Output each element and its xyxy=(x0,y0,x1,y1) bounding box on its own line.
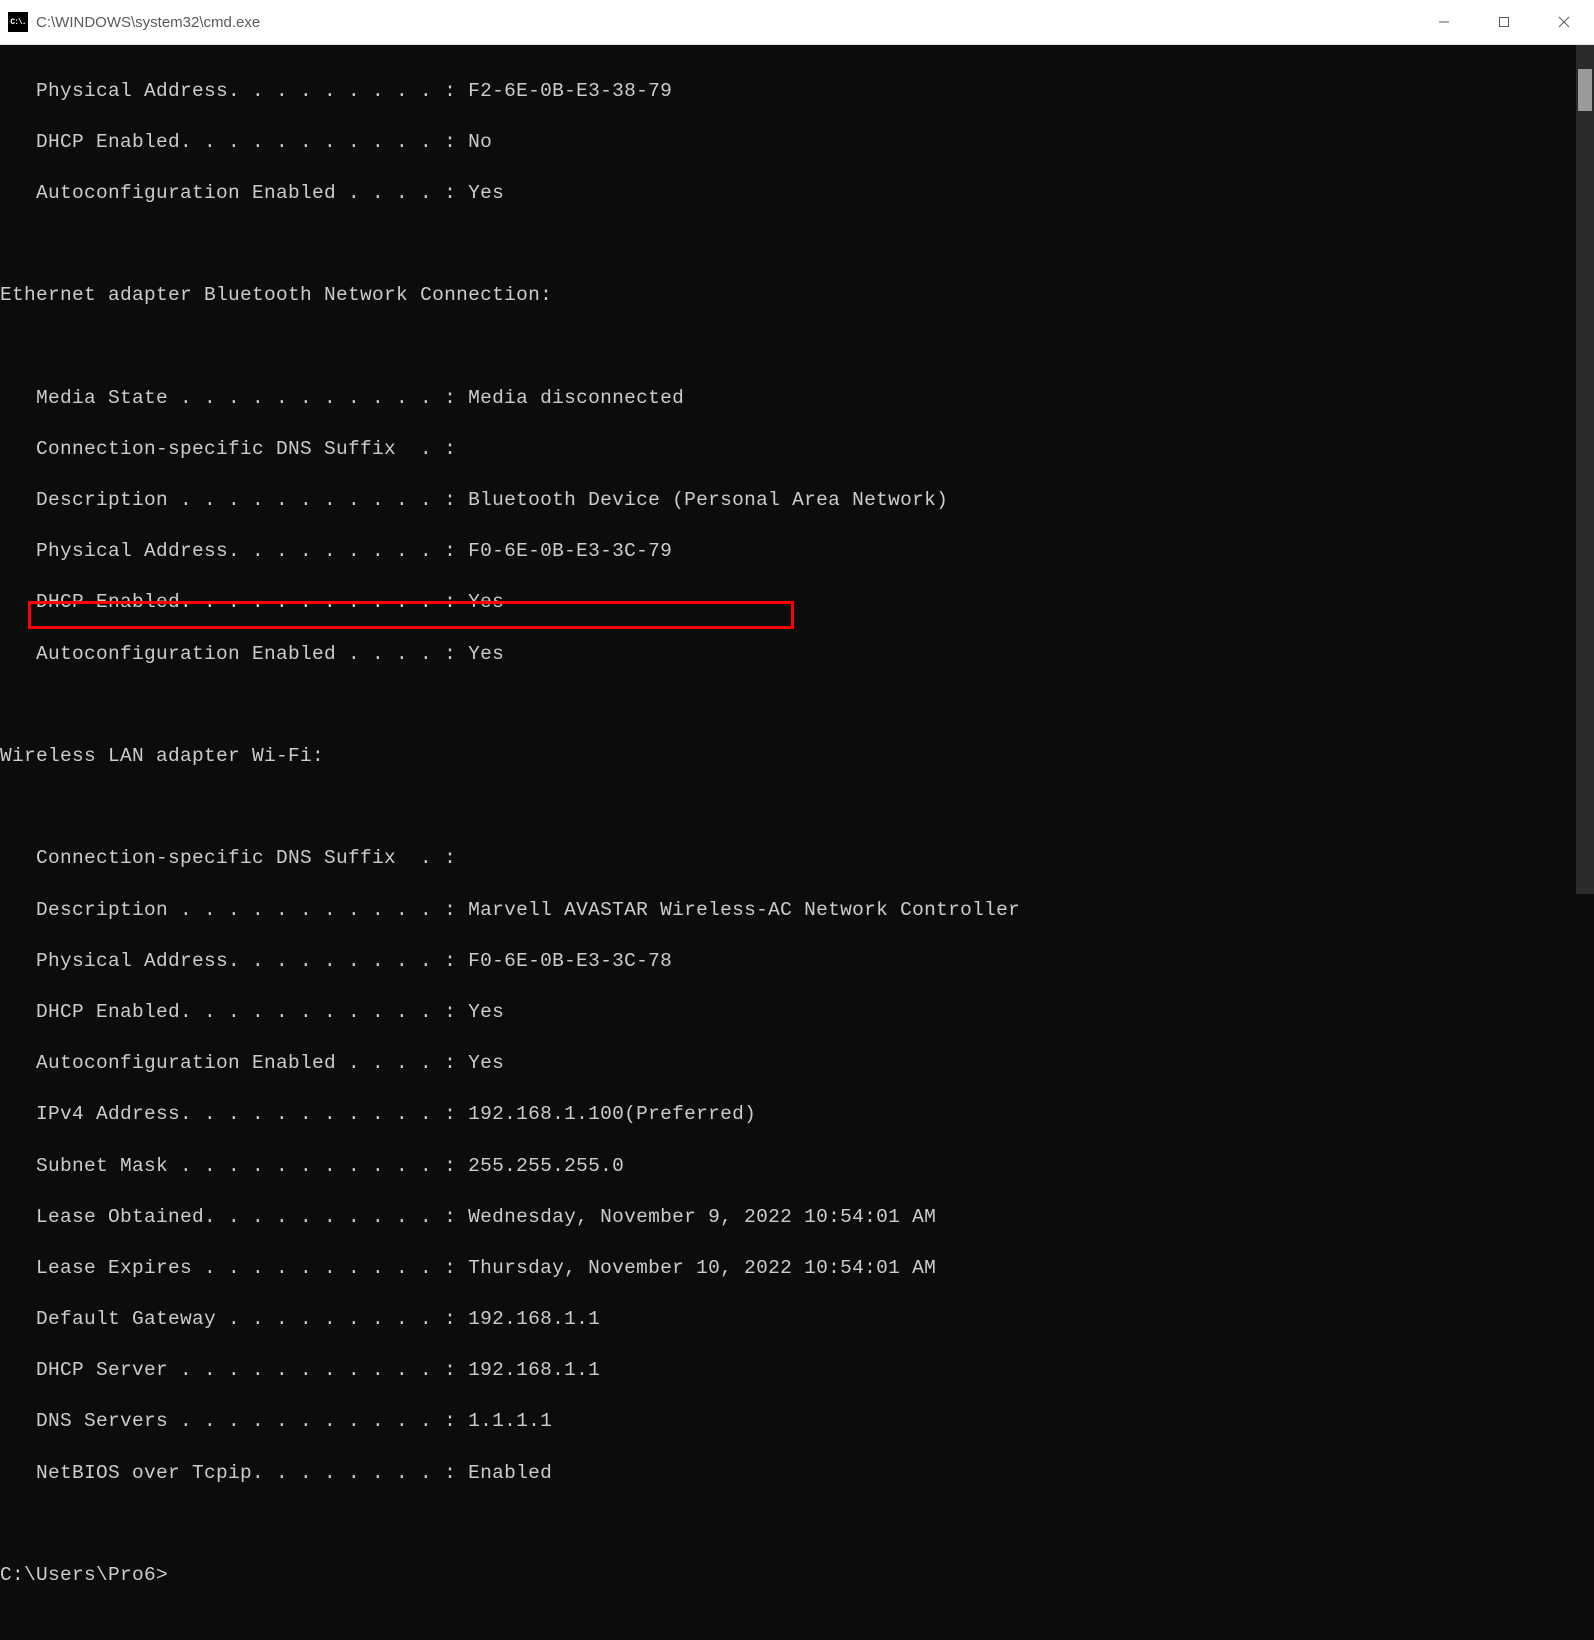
output-line: DHCP Server . . . . . . . . . . . : 192.… xyxy=(0,1358,1576,1384)
output-line: Autoconfiguration Enabled . . . . : Yes xyxy=(0,181,1576,207)
output-line: Media State . . . . . . . . . . . : Medi… xyxy=(0,386,1576,412)
output-line: Physical Address. . . . . . . . . : F0-6… xyxy=(0,539,1576,565)
output-line: Description . . . . . . . . . . . : Marv… xyxy=(0,898,1576,924)
output-line: DNS Servers . . . . . . . . . . . : 1.1.… xyxy=(0,1409,1576,1435)
command-prompt[interactable]: C:\Users\Pro6> xyxy=(0,1563,1576,1589)
output-line: Physical Address. . . . . . . . . : F2-6… xyxy=(0,79,1576,105)
close-button[interactable] xyxy=(1534,0,1594,44)
output-line: Default Gateway . . . . . . . . . : 192.… xyxy=(0,1307,1576,1333)
scrollbar-track[interactable] xyxy=(1576,45,1594,894)
window-controls xyxy=(1414,0,1594,44)
output-line: Physical Address. . . . . . . . . : F0-6… xyxy=(0,949,1576,975)
blank-line xyxy=(0,795,1576,821)
blank-line xyxy=(0,693,1576,719)
window-title: C:\WINDOWS\system32\cmd.exe xyxy=(36,14,1414,31)
cmd-icon: C:\. xyxy=(8,12,28,32)
cursor xyxy=(168,1564,179,1586)
adapter-header-wifi: Wireless LAN adapter Wi-Fi: xyxy=(0,744,1576,770)
output-line: Connection-specific DNS Suffix . : xyxy=(0,846,1576,872)
output-line: Connection-specific DNS Suffix . : xyxy=(0,437,1576,463)
output-line: Description . . . . . . . . . . . : Blue… xyxy=(0,488,1576,514)
output-line: Subnet Mask . . . . . . . . . . . : 255.… xyxy=(0,1154,1576,1180)
maximize-button[interactable] xyxy=(1474,0,1534,44)
output-line: DHCP Enabled. . . . . . . . . . . : No xyxy=(0,130,1576,156)
output-line: Autoconfiguration Enabled . . . . : Yes xyxy=(0,1051,1576,1077)
blank-line xyxy=(0,1512,1576,1538)
output-line: Lease Obtained. . . . . . . . . . : Wedn… xyxy=(0,1205,1576,1231)
output-line: NetBIOS over Tcpip. . . . . . . . : Enab… xyxy=(0,1461,1576,1487)
output-line: Autoconfiguration Enabled . . . . : Yes xyxy=(0,642,1576,668)
output-line: DHCP Enabled. . . . . . . . . . . : Yes xyxy=(0,1000,1576,1026)
scrollbar-thumb[interactable] xyxy=(1578,69,1592,111)
output-line: Lease Expires . . . . . . . . . . : Thur… xyxy=(0,1256,1576,1282)
minimize-button[interactable] xyxy=(1414,0,1474,44)
blank-line xyxy=(0,232,1576,258)
terminal-output[interactable]: Physical Address. . . . . . . . . : F2-6… xyxy=(0,45,1576,894)
window-titlebar: C:\. C:\WINDOWS\system32\cmd.exe xyxy=(0,0,1594,45)
output-line: DHCP Enabled. . . . . . . . . . . : Yes xyxy=(0,590,1576,616)
adapter-header-bluetooth: Ethernet adapter Bluetooth Network Conne… xyxy=(0,283,1576,309)
blank-line xyxy=(0,335,1576,361)
output-line-ipv4: IPv4 Address. . . . . . . . . . . : 192.… xyxy=(0,1102,1576,1128)
